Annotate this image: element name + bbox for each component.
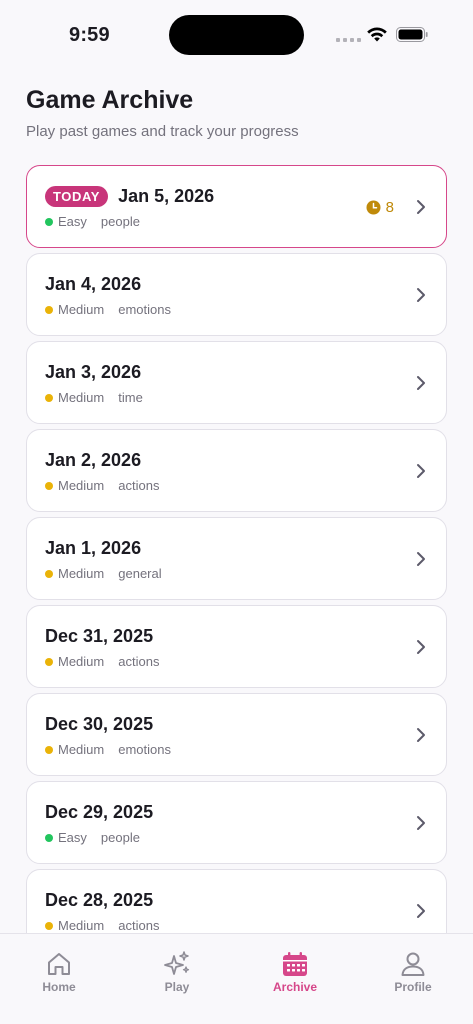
game-date: Dec 28, 2025 — [45, 890, 154, 910]
tab-bar: Home Play Archive Profile — [0, 933, 473, 1024]
game-date: Dec 29, 2025 — [45, 802, 154, 822]
difficulty-dot — [45, 569, 53, 578]
game-date: Dec 31, 2025 — [45, 626, 154, 646]
clock-icon — [366, 200, 381, 215]
dynamic-island — [169, 15, 304, 55]
game-date: Jan 4, 2026 — [45, 274, 142, 294]
tab-profile-label: Profile — [394, 980, 432, 994]
game-category: emotions — [118, 742, 171, 757]
difficulty-dot — [45, 657, 53, 666]
game-category: people — [100, 214, 140, 229]
signal-icon — [336, 38, 361, 42]
battery-icon — [396, 27, 428, 42]
user-icon — [401, 952, 425, 976]
game-difficulty: Medium — [58, 566, 105, 581]
status-bar: 9:59 — [0, 0, 473, 70]
tab-archive-label: Archive — [272, 980, 318, 994]
game-difficulty: Medium — [58, 918, 105, 933]
game-category: actions — [118, 918, 160, 933]
game-difficulty: Medium — [58, 742, 105, 757]
tab-play[interactable]: Play — [127, 950, 227, 994]
game-card[interactable]: Jan 2, 2026 Medium actions — [26, 429, 447, 512]
game-card[interactable]: Dec 30, 2025 Medium emotions — [26, 693, 447, 776]
timer-indicator: 8 — [366, 199, 394, 216]
difficulty-dot — [45, 921, 53, 930]
difficulty-dot — [45, 481, 53, 490]
game-category: emotions — [118, 302, 171, 317]
game-list[interactable]: TODAY Jan 5, 2026 Easy people 8 Jan 4, 2… — [26, 165, 447, 935]
game-category: people — [100, 830, 140, 845]
game-card[interactable]: Jan 3, 2026 Medium time — [26, 341, 447, 424]
page-header: Game Archive Play past games and track y… — [26, 86, 299, 140]
chevron-right-icon — [417, 640, 425, 654]
tab-home[interactable]: Home — [9, 950, 109, 994]
difficulty-dot — [45, 393, 53, 402]
today-badge: TODAY — [45, 186, 109, 207]
game-difficulty: Medium — [58, 478, 105, 493]
game-category: actions — [118, 478, 160, 493]
chevron-right-icon — [417, 552, 425, 566]
difficulty-dot — [45, 305, 53, 314]
game-category: general — [118, 566, 162, 581]
game-difficulty: Medium — [58, 390, 105, 405]
difficulty-dot — [45, 745, 53, 754]
page-title: Game Archive — [26, 86, 194, 114]
game-date: Jan 3, 2026 — [45, 362, 142, 382]
tab-archive[interactable]: Archive — [245, 950, 345, 994]
sparkles-icon — [164, 951, 190, 975]
tab-profile[interactable]: Profile — [363, 950, 463, 994]
chevron-right-icon — [417, 200, 425, 214]
game-card[interactable]: Jan 1, 2026 Medium general — [26, 517, 447, 600]
game-difficulty: Medium — [58, 302, 105, 317]
game-difficulty: Easy — [58, 830, 87, 845]
game-date: Jan 2, 2026 — [45, 450, 142, 470]
difficulty-dot — [45, 217, 53, 226]
tab-home-label: Home — [42, 980, 76, 994]
game-category: time — [118, 390, 143, 405]
game-difficulty: Easy — [58, 214, 87, 229]
game-card[interactable]: Jan 4, 2026 Medium emotions — [26, 253, 447, 336]
wifi-icon — [367, 27, 387, 42]
chevron-right-icon — [417, 728, 425, 742]
calendar-icon — [283, 952, 307, 976]
game-date: Jan 1, 2026 — [45, 538, 142, 558]
page-subtitle: Play past games and track your progress — [26, 123, 299, 140]
chevron-right-icon — [417, 288, 425, 302]
game-category: actions — [118, 654, 160, 669]
game-card[interactable]: Dec 28, 2025 Medium actions — [26, 869, 447, 935]
game-card-today[interactable]: TODAY Jan 5, 2026 Easy people 8 — [26, 165, 447, 248]
game-card[interactable]: Dec 29, 2025 Easy people — [26, 781, 447, 864]
home-icon — [48, 953, 70, 975]
timer-value: 8 — [385, 199, 394, 216]
chevron-right-icon — [417, 464, 425, 478]
chevron-right-icon — [417, 904, 425, 918]
game-difficulty: Medium — [58, 654, 105, 669]
game-date: Jan 5, 2026 — [118, 186, 215, 206]
chevron-right-icon — [417, 816, 425, 830]
game-date: Dec 30, 2025 — [45, 714, 154, 734]
difficulty-dot — [45, 833, 53, 842]
chevron-right-icon — [417, 376, 425, 390]
tab-play-label: Play — [164, 980, 190, 994]
status-time: 9:59 — [69, 24, 110, 46]
game-card[interactable]: Dec 31, 2025 Medium actions — [26, 605, 447, 688]
